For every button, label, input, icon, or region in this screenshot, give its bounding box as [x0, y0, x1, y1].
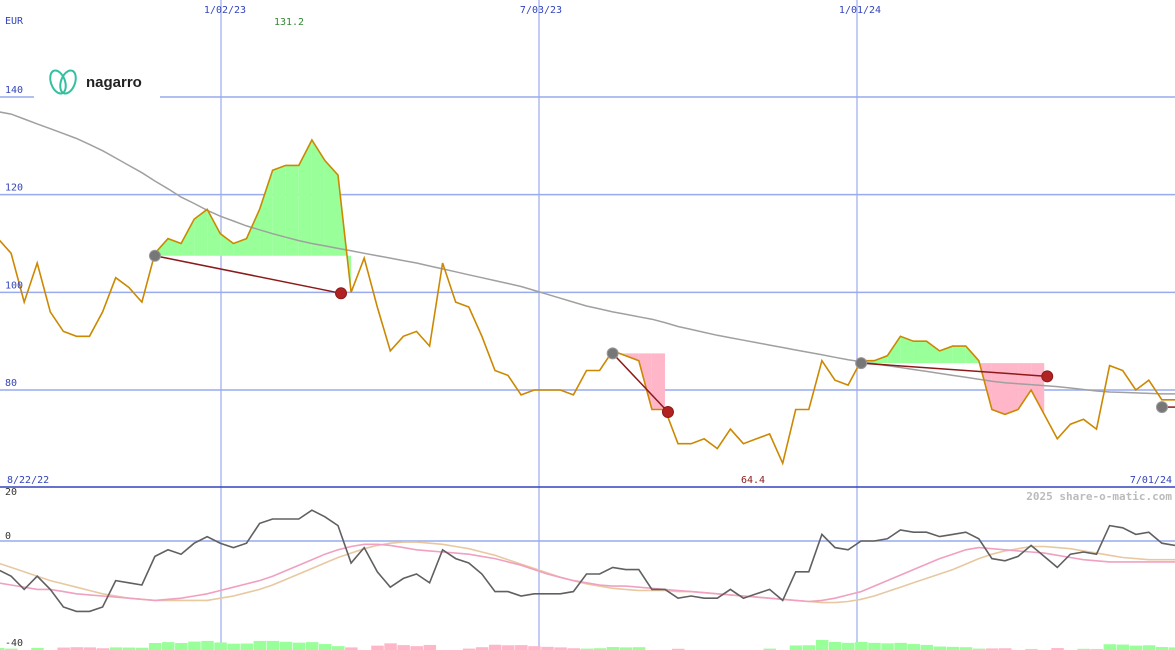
y-tick-label: 140: [5, 85, 23, 96]
histogram-bar: [305, 642, 319, 650]
trade-entry-marker: [148, 249, 161, 262]
gain-area: [220, 233, 234, 256]
histogram-bar: [502, 645, 515, 650]
start-date-label: 8/22/22: [7, 475, 49, 486]
trade-entry-marker: [1156, 401, 1168, 414]
date-label: 1/01/24: [839, 5, 881, 16]
trade-entry-marker: [606, 347, 619, 360]
histogram-bar: [384, 643, 397, 650]
gain-area: [259, 170, 273, 256]
y-tick-label: 120: [5, 183, 23, 194]
histogram-bar: [318, 644, 332, 650]
histogram-bar: [1116, 644, 1130, 650]
min-value-label: 64.4: [741, 475, 765, 486]
currency-label: EUR: [5, 16, 24, 27]
histogram-bar: [148, 643, 162, 650]
histogram-bar: [1103, 644, 1117, 650]
histogram-bar: [515, 645, 528, 650]
gain-area: [181, 219, 195, 256]
trade-entry-marker: [855, 357, 868, 370]
trade-line: [154, 254, 342, 295]
watermark: 2025 share-o-matic.com: [1026, 490, 1172, 503]
histogram-bar: [188, 641, 201, 650]
histogram-bar: [789, 645, 803, 650]
gain-area: [207, 209, 221, 256]
histogram-bar: [201, 640, 214, 650]
histogram-bar: [410, 646, 423, 650]
y-tick-label: 0: [5, 531, 11, 542]
histogram-bar: [828, 641, 842, 650]
loss-area: [991, 363, 1005, 415]
trade-exit-marker: [335, 287, 348, 300]
chart-lines: [0, 111, 1175, 613]
histogram-bar: [292, 642, 306, 650]
trade-exit-marker: [661, 405, 674, 418]
histogram-bar: [920, 644, 934, 650]
y-tick-label: -40: [5, 638, 23, 649]
y-tick-label: 20: [5, 487, 17, 498]
nagarro-logo-icon: [49, 69, 77, 95]
histogram-bar: [279, 641, 293, 650]
histogram-bar: [214, 642, 227, 650]
histogram-bar: [855, 641, 868, 650]
histogram-bar: [802, 645, 816, 650]
histogram-bar: [253, 640, 267, 650]
histogram-bar: [397, 645, 410, 650]
nagarro-logo: nagarro: [49, 69, 142, 95]
histogram-bar: [423, 644, 437, 650]
gain-area: [952, 346, 966, 364]
signal-line-b: [0, 541, 1175, 604]
histogram-bar: [488, 644, 502, 650]
histogram-bar: [894, 642, 907, 650]
histogram-bar: [1142, 645, 1156, 650]
date-label: 7/03/23: [520, 5, 562, 16]
end-date-label: 7/01/24: [1130, 475, 1172, 486]
y-tick-label: 100: [5, 280, 23, 291]
histogram-bar: [332, 646, 345, 650]
histogram-bar: [907, 644, 920, 650]
gain-area: [324, 160, 339, 256]
histogram-bar: [815, 640, 829, 650]
histogram-bar: [175, 643, 188, 650]
gain-area: [272, 165, 286, 256]
y-tick-label: 80: [5, 378, 17, 389]
oscillator-line: [0, 509, 1175, 613]
histogram-bar: [240, 643, 253, 650]
histogram-bar: [842, 642, 855, 650]
gain-area: [285, 165, 299, 256]
date-label: 1/02/23: [204, 5, 246, 16]
stock-chart: EUR 1/02/23 7/03/23 1/01/24 131.2 64.4 8…: [0, 0, 1175, 650]
histogram-bar: [162, 642, 175, 650]
histogram-bar: [881, 643, 894, 650]
gain-area: [194, 209, 208, 256]
histogram-bar: [528, 646, 541, 650]
histogram-bar: [227, 643, 240, 650]
histogram-bar: [933, 646, 947, 650]
gain-area: [926, 341, 940, 364]
loss-area: [1018, 363, 1032, 410]
histogram-bar: [1129, 645, 1143, 650]
histogram-bar: [266, 640, 280, 650]
max-value-label: 131.2: [274, 17, 304, 28]
gain-area: [298, 139, 312, 256]
trade-exit-marker: [1041, 370, 1054, 383]
histogram-bar: [868, 642, 881, 650]
loss-area: [1004, 363, 1019, 415]
nagarro-logo-text: nagarro: [86, 74, 142, 91]
gain-area: [913, 341, 927, 364]
loss-area: [1031, 363, 1045, 415]
histogram-bar: [371, 645, 384, 650]
price-line: [0, 138, 1175, 466]
